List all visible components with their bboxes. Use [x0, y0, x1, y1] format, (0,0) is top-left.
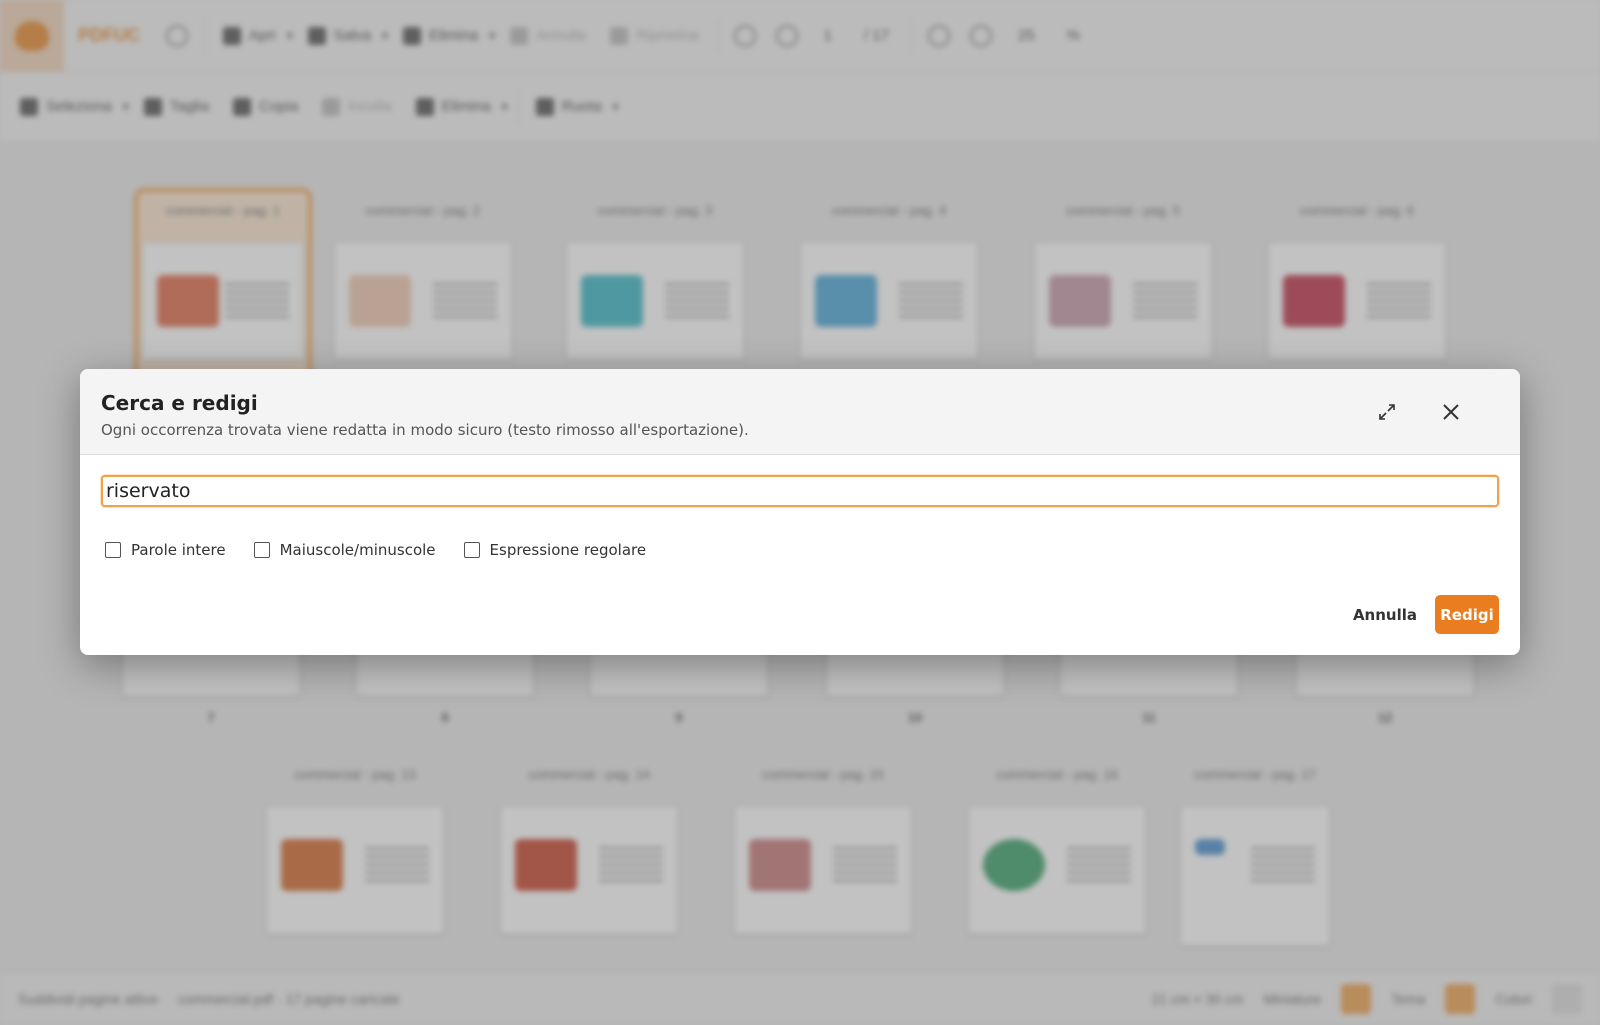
dialog-title: Cerca e redigi [101, 391, 258, 415]
expand-icon [1379, 404, 1395, 420]
dialog-body: Parole intere Maiuscole/minuscole Espres… [80, 455, 1520, 559]
whole-words-checkbox[interactable] [105, 542, 121, 558]
cancel-button[interactable]: Annulla [1353, 596, 1417, 634]
search-redact-dialog: Cerca e redigi Ogni occorrenza trovata v… [80, 369, 1520, 655]
search-options: Parole intere Maiuscole/minuscole Espres… [101, 541, 1499, 559]
expand-button[interactable] [1372, 397, 1402, 427]
regex-label: Espressione regolare [489, 541, 647, 559]
close-icon [1443, 404, 1459, 420]
search-input[interactable] [101, 475, 1499, 507]
regex-option[interactable]: Espressione regolare [460, 541, 647, 559]
dialog-subtitle: Ogni occorrenza trovata viene redatta in… [101, 421, 749, 439]
redact-button[interactable]: Redigi [1435, 595, 1499, 634]
dialog-footer: Annulla Redigi [1353, 595, 1499, 634]
regex-checkbox[interactable] [463, 542, 480, 558]
match-case-checkbox[interactable] [253, 542, 270, 558]
match-case-label: Maiuscole/minuscole [279, 541, 436, 559]
whole-words-label: Parole intere [131, 541, 226, 559]
dialog-header: Cerca e redigi Ogni occorrenza trovata v… [80, 369, 1520, 455]
match-case-option[interactable]: Maiuscole/minuscole [250, 541, 436, 559]
whole-words-option[interactable]: Parole intere [101, 541, 226, 559]
close-button[interactable] [1436, 397, 1466, 427]
